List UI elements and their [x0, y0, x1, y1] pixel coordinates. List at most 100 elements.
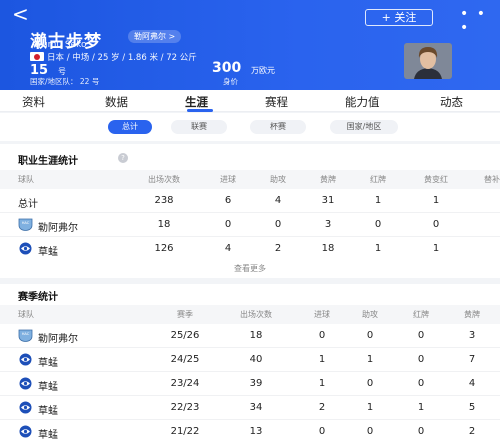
- season-value: 24/25: [170, 354, 200, 365]
- market-value-unit: 万欧元: [251, 66, 275, 75]
- apps-value: 126: [154, 243, 174, 254]
- season-value: 23/24: [170, 378, 200, 389]
- col-sub: 替补: [484, 175, 500, 184]
- player-header: < + 关注 • • • 濑古步梦 勒阿弗尔 > Ayumu Seko 日本 /…: [0, 0, 500, 90]
- second-yellow-value: 0: [432, 219, 440, 230]
- col-assists: 助攻: [270, 175, 286, 184]
- back-icon[interactable]: <: [12, 4, 29, 24]
- tab-ability[interactable]: 能力值: [345, 94, 380, 110]
- follow-button[interactable]: + 关注: [365, 9, 433, 26]
- national-team-number: 国家/地区队： 22 号: [30, 77, 100, 86]
- yellow-value: 2: [468, 426, 476, 437]
- col-yellow: 黄牌: [320, 175, 336, 184]
- apps-value: 13: [249, 426, 263, 437]
- assists-value: 0: [366, 426, 374, 437]
- col-apps: 出场次数: [240, 310, 272, 319]
- player-avatar: [404, 43, 452, 79]
- grasshoppers-logo-icon: [19, 425, 32, 438]
- goals-value: 1: [318, 354, 326, 365]
- assists-value: 0: [274, 219, 282, 230]
- red-value: 1: [417, 402, 425, 413]
- table-row[interactable]: HAC 勒阿弗尔 25/26 18 0 0 0 3: [0, 324, 500, 348]
- active-tab-indicator: [187, 109, 213, 112]
- yellow-value: 18: [321, 243, 335, 254]
- tab-bar: 资料 数据 生涯 赛程 能力值 动态: [0, 90, 500, 112]
- goals-value: 1: [318, 378, 326, 389]
- view-more-link[interactable]: 查看更多: [0, 263, 500, 274]
- tab-data[interactable]: 数据: [105, 94, 128, 110]
- more-options-icon[interactable]: • • •: [460, 7, 500, 35]
- table-row[interactable]: HAC 勒阿弗尔 18 0 0 3 0 0: [0, 213, 500, 237]
- yellow-value: 5: [468, 402, 476, 413]
- japan-flag-icon: [30, 52, 44, 61]
- grasshoppers-logo-icon: [19, 401, 32, 414]
- tab-schedule[interactable]: 赛程: [265, 94, 288, 110]
- tab-career[interactable]: 生涯: [185, 94, 208, 110]
- season-value: 25/26: [170, 330, 200, 341]
- col-red: 红牌: [413, 310, 429, 319]
- goals-value: 4: [224, 243, 232, 254]
- red-value: 0: [417, 378, 425, 389]
- assists-value: 4: [274, 195, 282, 206]
- goals-value: 0: [318, 330, 326, 341]
- col-red: 红牌: [370, 175, 386, 184]
- filter-league[interactable]: 联赛: [171, 120, 227, 134]
- apps-value: 18: [249, 330, 263, 341]
- apps-value: 40: [249, 354, 263, 365]
- second-yellow-value: 1: [432, 195, 440, 206]
- filter-national[interactable]: 国家/地区: [330, 120, 398, 134]
- table-row[interactable]: 草蜢 23/24 39 1 0 0 4: [0, 372, 500, 396]
- team-name: 草蜢: [38, 406, 58, 417]
- tab-news[interactable]: 动态: [440, 94, 463, 110]
- table-row[interactable]: 草蜢 22/23 34 2 1 1 5: [0, 396, 500, 420]
- player-info: 日本 / 中场 / 25 岁 / 1.86 米 / 72 公斤: [47, 53, 197, 63]
- season-stats-title: 赛季统计: [18, 292, 58, 303]
- career-table-header: 球队 出场次数 进球 助攻 黄牌 红牌 黄变红 替补: [0, 170, 500, 189]
- goals-value: 2: [318, 402, 326, 413]
- table-row[interactable]: 草蜢 126 4 2 18 1 1: [0, 237, 500, 261]
- col-season: 赛季: [177, 310, 193, 319]
- filter-cup[interactable]: 杯赛: [250, 120, 306, 134]
- assists-value: 1: [366, 402, 374, 413]
- assists-value: 2: [274, 243, 282, 254]
- apps-value: 39: [249, 378, 263, 389]
- player-name-en: Ayumu Seko: [31, 40, 87, 50]
- goals-value: 0: [318, 426, 326, 437]
- red-value: 0: [417, 426, 425, 437]
- col-second-yellow: 黄变红: [424, 175, 448, 184]
- team-name: 草蜢: [38, 430, 58, 440]
- table-row[interactable]: 草蜢 21/22 13 0 0 0 2: [0, 420, 500, 440]
- team-name: 草蜢: [38, 358, 58, 369]
- filter-total[interactable]: 总计: [108, 120, 152, 134]
- col-assists: 助攻: [362, 310, 378, 319]
- apps-value: 238: [154, 195, 174, 206]
- team-name: 草蜢: [38, 247, 58, 258]
- lehavre-logo-icon: HAC: [18, 329, 33, 342]
- col-goals: 进球: [314, 310, 330, 319]
- red-value: 1: [374, 195, 382, 206]
- help-icon[interactable]: ?: [118, 153, 128, 163]
- team-name: 总计: [18, 199, 38, 210]
- yellow-value: 7: [468, 354, 476, 365]
- red-value: 0: [417, 330, 425, 341]
- grasshoppers-logo-icon: [19, 377, 32, 390]
- lehavre-logo-icon: HAC: [18, 218, 33, 231]
- market-value: 300: [212, 60, 242, 76]
- season-stats-card: 赛季统计 球队 赛季 出场次数 进球 助攻 红牌 黄牌 HAC 勒阿弗尔 25/…: [0, 284, 500, 440]
- red-value: 0: [417, 354, 425, 365]
- season-value: 22/23: [170, 402, 200, 413]
- team-link-chip[interactable]: 勒阿弗尔 >: [128, 30, 182, 43]
- yellow-value: 4: [468, 378, 476, 389]
- second-yellow-value: 1: [432, 243, 440, 254]
- apps-value: 34: [249, 402, 263, 413]
- col-team: 球队: [18, 175, 34, 184]
- assists-value: 0: [366, 378, 374, 389]
- season-value: 21/22: [170, 426, 200, 437]
- tab-profile[interactable]: 资料: [22, 94, 45, 110]
- goals-value: 6: [224, 195, 232, 206]
- table-row[interactable]: 草蜢 24/25 40 1 1 0 7: [0, 348, 500, 372]
- market-value-label: 身价: [223, 77, 238, 86]
- table-row[interactable]: 总计 238 6 4 31 1 1: [0, 189, 500, 213]
- col-yellow: 黄牌: [464, 310, 480, 319]
- grasshoppers-logo-icon: [19, 242, 32, 255]
